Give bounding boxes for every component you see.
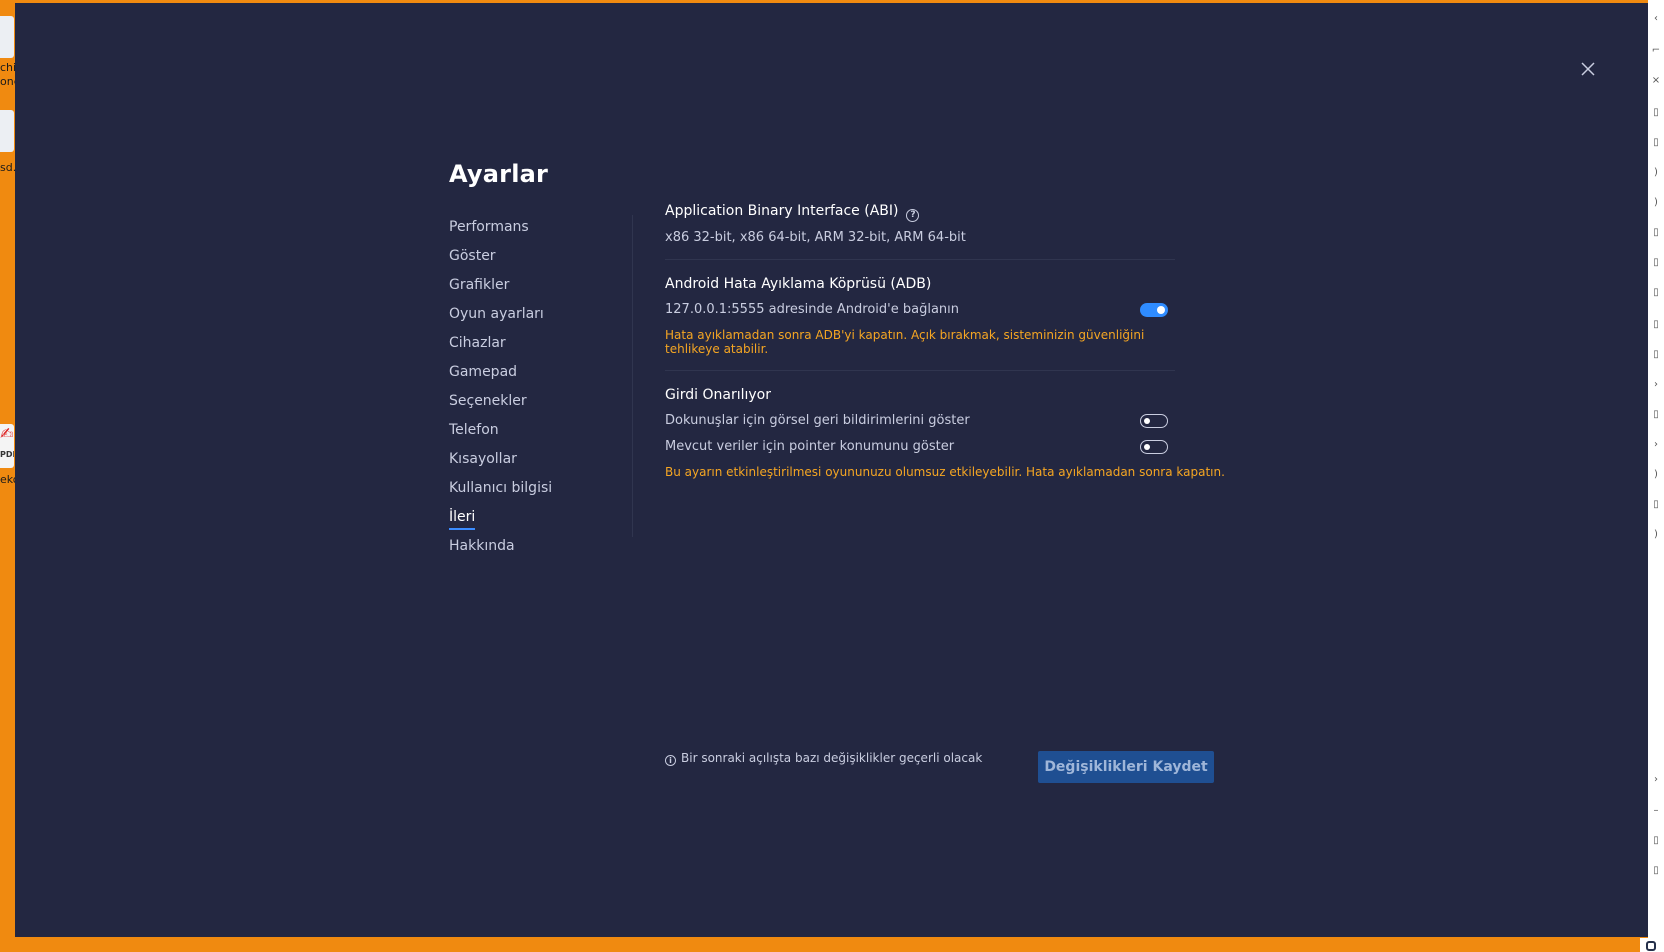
sidebar-item-telefon[interactable]: Telefon — [449, 420, 499, 440]
touch-feedback-toggle[interactable] — [1140, 414, 1168, 428]
close-button[interactable] — [1576, 57, 1600, 81]
desktop-file-icon[interactable] — [0, 16, 14, 58]
pointer-location-toggle[interactable] — [1140, 440, 1168, 454]
restart-note: i Bir sonraki açılışta bazı değişiklikler… — [665, 750, 982, 766]
toolbar-icon: › — [1654, 439, 1658, 450]
close-icon — [1581, 62, 1595, 76]
sidebar-item-oyun-ayarlari[interactable]: Oyun ayarları — [449, 304, 544, 324]
section-divider — [665, 259, 1175, 260]
expand-icon: ⌐ — [1651, 45, 1661, 56]
desktop-file-label: one — [0, 76, 15, 88]
adb-toggle-label: 127.0.0.1:5555 adresinde Android'e bağla… — [665, 302, 960, 317]
sidebar-item-goster[interactable]: Göster — [449, 246, 496, 266]
toolbar-icon: ▯ — [1653, 349, 1659, 360]
toolbar-icon: › — [1654, 379, 1658, 390]
sidebar-item-performans[interactable]: Performans — [449, 217, 529, 237]
section-divider — [665, 370, 1175, 371]
restart-note-text: Bir sonraki açılışta bazı değişiklikler … — [681, 751, 983, 765]
desktop-file-label: chit — [0, 62, 15, 74]
background-window-edge: ‹ ⌐ × ▯ ▯ ) ) ▯ ▯ ▯ ▯ ▯ › ▯ › ) ▯ ) › – … — [1648, 0, 1664, 952]
desktop-pdf-icon[interactable]: ✍ PDF — [0, 424, 14, 468]
adb-section-title: Android Hata Ayıklama Köprüsü (ADB) — [665, 276, 932, 292]
toolbar-icon: ▯ — [1653, 107, 1659, 118]
toolbar-icon: ▯ — [1653, 499, 1659, 510]
adb-toggle[interactable] — [1140, 303, 1168, 317]
toolbar-icon: ) — [1654, 197, 1658, 208]
sidebar-item-ileri[interactable]: İleri — [449, 507, 476, 530]
info-icon: i — [665, 755, 676, 766]
toolbar-icon: ▯ — [1653, 865, 1659, 876]
input-section-title: Girdi Onarılıyor — [665, 387, 771, 403]
settings-dialog: Ayarlar Performans Göster Grafikler Oyun… — [15, 3, 1648, 937]
toolbar-icon: ▯ — [1653, 319, 1659, 330]
toolbar-icon: ) — [1654, 529, 1658, 540]
sidebar-item-cihazlar[interactable]: Cihazlar — [449, 333, 506, 353]
tray-widget-icon[interactable] — [1640, 938, 1664, 952]
toolbar-icon: – — [1653, 805, 1659, 816]
toolbar-icon: ▯ — [1653, 137, 1659, 148]
help-icon[interactable]: ? — [906, 209, 920, 222]
toolbar-icon: ) — [1654, 167, 1658, 178]
toolbar-icon: ▯ — [1653, 227, 1659, 238]
adb-warning: Hata ayıklamadan sonra ADB'yi kapatın. A… — [665, 328, 1145, 356]
abi-section-title: Application Binary Interface (ABI)? — [665, 201, 920, 222]
toolbar-icon: ▯ — [1653, 257, 1659, 268]
pdf-badge: PDF — [0, 450, 14, 459]
save-changes-button[interactable]: Değişiklikleri Kaydet — [1038, 751, 1214, 783]
sidebar-item-secenekler[interactable]: Seçenekler — [449, 391, 527, 411]
sidebar-item-kisayollar[interactable]: Kısayollar — [449, 449, 517, 469]
chevron-left-icon: ‹ — [1654, 13, 1658, 24]
abi-value: x86 32-bit, x86 64-bit, ARM 32-bit, ARM … — [665, 230, 966, 245]
page-title: Ayarlar — [449, 160, 549, 188]
toolbar-icon: › — [1654, 774, 1658, 785]
touch-feedback-label: Dokunuşlar için görsel geri bildirimleri… — [665, 413, 970, 428]
sidebar-item-hakkinda[interactable]: Hakkında — [449, 536, 515, 556]
desktop-file-icon[interactable] — [0, 110, 14, 152]
close-icon: × — [1651, 75, 1661, 86]
toolbar-icon: ▯ — [1653, 409, 1659, 420]
toolbar-icon: ▯ — [1653, 835, 1659, 846]
sidebar-item-grafikler[interactable]: Grafikler — [449, 275, 509, 295]
sidebar-item-gamepad[interactable]: Gamepad — [449, 362, 517, 382]
input-warning: Bu ayarın etkinleştirilmesi oyununuzu ol… — [665, 465, 1225, 479]
sidebar-divider — [632, 215, 633, 537]
desktop-file-label: sd.t — [0, 162, 15, 174]
desktop-file-label: eko — [0, 474, 15, 486]
abi-title-text: Application Binary Interface (ABI) — [665, 203, 899, 219]
toolbar-icon: ) — [1654, 469, 1658, 480]
sidebar-item-kullanici-bilgisi[interactable]: Kullanıcı bilgisi — [449, 478, 552, 498]
pointer-location-label: Mevcut veriler için pointer konumunu gös… — [665, 439, 955, 454]
acrobat-icon: ✍ — [0, 424, 14, 443]
toolbar-icon: ▯ — [1653, 287, 1659, 298]
